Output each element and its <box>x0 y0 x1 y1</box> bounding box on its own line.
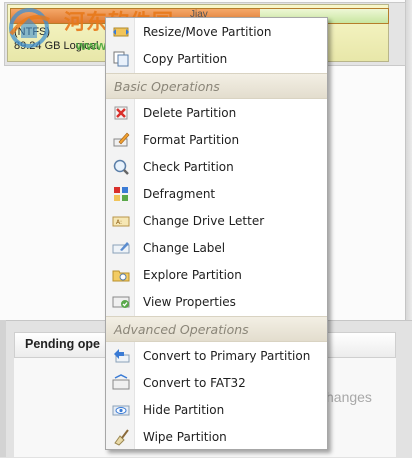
watermark-logo-icon <box>9 8 50 48</box>
menu-item-explore-partition[interactable]: Explore Partition <box>106 262 327 288</box>
menu-item-copy-partition[interactable]: Copy Partition <box>106 46 327 72</box>
left-edge-bar <box>0 320 6 457</box>
menu-item-label: Change Label <box>143 241 226 255</box>
menu-item-label: Delete Partition <box>143 106 237 120</box>
menu-item-hide-partition[interactable]: Hide Partition <box>106 397 327 423</box>
wipe-icon <box>114 429 129 446</box>
drive-letter-icon: A: <box>112 216 130 227</box>
menu-item-label: Convert to FAT32 <box>143 376 246 390</box>
menu-item-label: Change Drive Letter <box>143 214 265 228</box>
menu-item-label: Defragment <box>143 187 216 201</box>
menu-item-label: Check Partition <box>143 160 234 174</box>
menu-item-view-properties[interactable]: View Properties <box>106 289 327 315</box>
menu-item-label: Wipe Partition <box>143 430 227 444</box>
menu-item-change-drive-letter[interactable]: A: Change Drive Letter <box>106 208 327 234</box>
no-changes-text: hanges <box>326 389 372 405</box>
convert-primary-icon <box>114 349 130 363</box>
convert-fat32-icon <box>112 374 130 390</box>
menu-item-label: Hide Partition <box>143 403 225 417</box>
delete-icon <box>114 106 128 120</box>
menu-item-label: View Properties <box>143 295 236 309</box>
menu-item-format-partition[interactable]: Format Partition <box>106 127 327 153</box>
menu-item-convert-fat32[interactable]: Convert to FAT32 <box>106 370 327 396</box>
label-icon <box>112 242 130 254</box>
basic-operations-header: Basic Operations <box>106 73 327 99</box>
menu-item-label: Copy Partition <box>143 52 228 66</box>
format-icon <box>113 132 130 147</box>
menu-item-label: Convert to Primary Partition <box>143 349 311 363</box>
menu-item-wipe-partition[interactable]: Wipe Partition <box>106 424 327 450</box>
menu-item-label: Explore Partition <box>143 268 242 282</box>
menu-item-delete-partition[interactable]: Delete Partition <box>106 100 327 126</box>
menu-item-label: Format Partition <box>143 133 240 147</box>
explore-icon <box>112 270 130 282</box>
vertical-scrollbar[interactable] <box>405 0 412 330</box>
defragment-icon <box>114 187 128 201</box>
svg-text:A:: A: <box>116 219 122 226</box>
properties-icon <box>112 296 130 308</box>
hide-icon <box>112 405 130 416</box>
menu-item-defragment[interactable]: Defragment <box>106 181 327 207</box>
menu-item-convert-primary[interactable]: Convert to Primary Partition <box>106 343 327 369</box>
check-icon <box>113 159 129 175</box>
advanced-operations-header-label: Advanced Operations <box>114 322 249 337</box>
resize-icon <box>113 27 129 37</box>
menu-item-resize-move[interactable]: Resize/Move Partition <box>106 19 327 45</box>
copy-icon <box>113 51 129 67</box>
advanced-operations-header: Advanced Operations <box>106 316 327 342</box>
basic-operations-header-label: Basic Operations <box>114 79 220 94</box>
menu-item-label: Resize/Move Partition <box>143 25 272 39</box>
menu-item-check-partition[interactable]: Check Partition <box>106 154 327 180</box>
menu-item-change-label[interactable]: Change Label <box>106 235 327 261</box>
pending-operations-title: Pending ope <box>25 337 100 351</box>
context-menu: Resize/Move Partition Copy Partition Bas… <box>105 17 328 450</box>
